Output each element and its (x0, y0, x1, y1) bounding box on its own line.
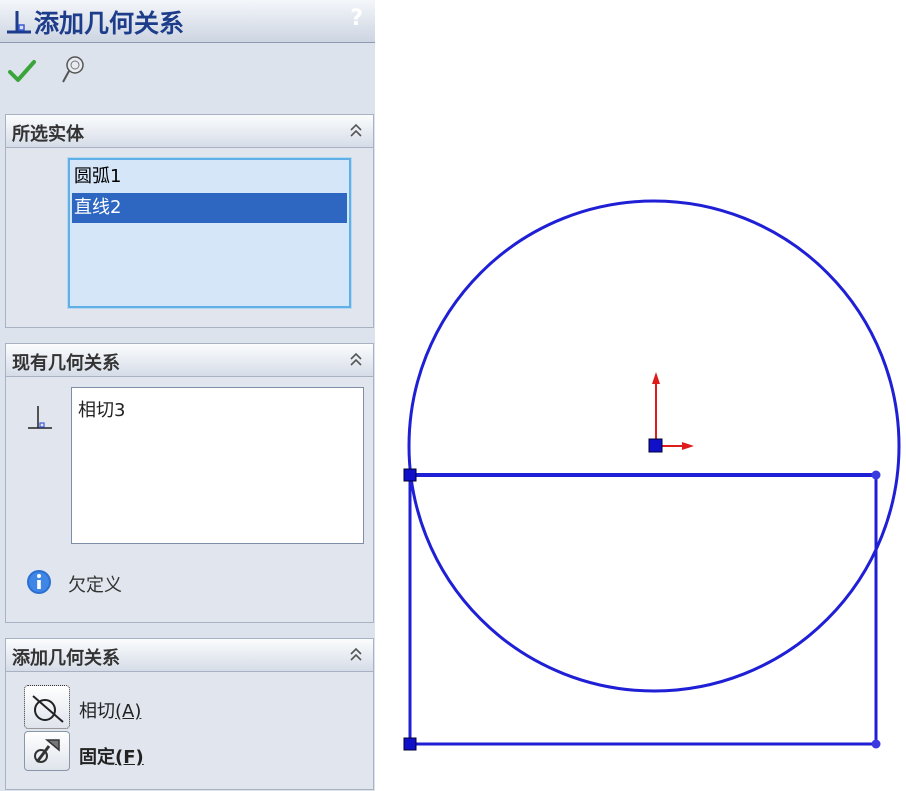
add-relations-section: 添加几何关系 相切(A) 固定(F) (5, 638, 374, 790)
panel-titlebar: 添加几何关系 ? (0, 0, 375, 43)
section-title: 现有几何关系 (12, 353, 120, 374)
tangent-icon[interactable] (24, 685, 70, 729)
sketch-canvas[interactable] (380, 0, 906, 791)
existing-relations-list[interactable]: 相切3 (71, 387, 364, 544)
collapse-chevron-icon[interactable] (349, 351, 363, 367)
tangent-relation-button[interactable]: 相切(A) (24, 685, 324, 729)
property-manager-panel: 添加几何关系 ? 所选实体 圆弧1 直线2 现有几何关系 相切3 欠定义 添加几… (0, 0, 375, 791)
selected-entities-list[interactable]: 圆弧1 直线2 (68, 158, 351, 308)
perpendicular-relation-icon (7, 11, 31, 34)
list-item[interactable]: 圆弧1 (72, 162, 347, 192)
checkmark-icon[interactable] (8, 58, 36, 84)
origin-icon (648, 372, 694, 453)
existing-relations-section: 现有几何关系 相切3 欠定义 (5, 343, 374, 623)
collapse-chevron-icon[interactable] (349, 122, 363, 138)
existing-relations-header[interactable]: 现有几何关系 (6, 344, 373, 377)
sketch-endpoint[interactable] (871, 470, 881, 480)
sketch-point[interactable] (403, 737, 417, 751)
collapse-chevron-icon[interactable] (349, 646, 363, 662)
help-button[interactable]: ? (350, 6, 363, 31)
button-label: 相切 (79, 701, 115, 722)
status-text: 欠定义 (68, 575, 122, 596)
accelerator-key: (F) (115, 747, 144, 768)
fix-relation-button[interactable]: 固定(F) (24, 731, 324, 771)
tangent-relation-icon (28, 406, 52, 429)
selected-entities-header[interactable]: 所选实体 (6, 115, 373, 148)
fix-icon[interactable] (24, 731, 70, 771)
accelerator-key: (A) (115, 701, 142, 722)
add-relations-header[interactable]: 添加几何关系 (6, 639, 373, 672)
button-label: 固定 (79, 747, 115, 768)
sketch-endpoint[interactable] (871, 739, 881, 749)
section-title: 添加几何关系 (12, 648, 120, 669)
list-item[interactable]: 相切3 (78, 396, 125, 422)
list-item-selected[interactable]: 直线2 (72, 193, 347, 223)
pushpin-icon[interactable] (60, 55, 86, 85)
section-title: 所选实体 (12, 124, 84, 145)
info-icon (27, 570, 51, 594)
panel-title: 添加几何关系 (34, 9, 185, 38)
selected-entities-section: 所选实体 圆弧1 直线2 (5, 114, 374, 328)
sketch-point[interactable] (403, 468, 417, 482)
